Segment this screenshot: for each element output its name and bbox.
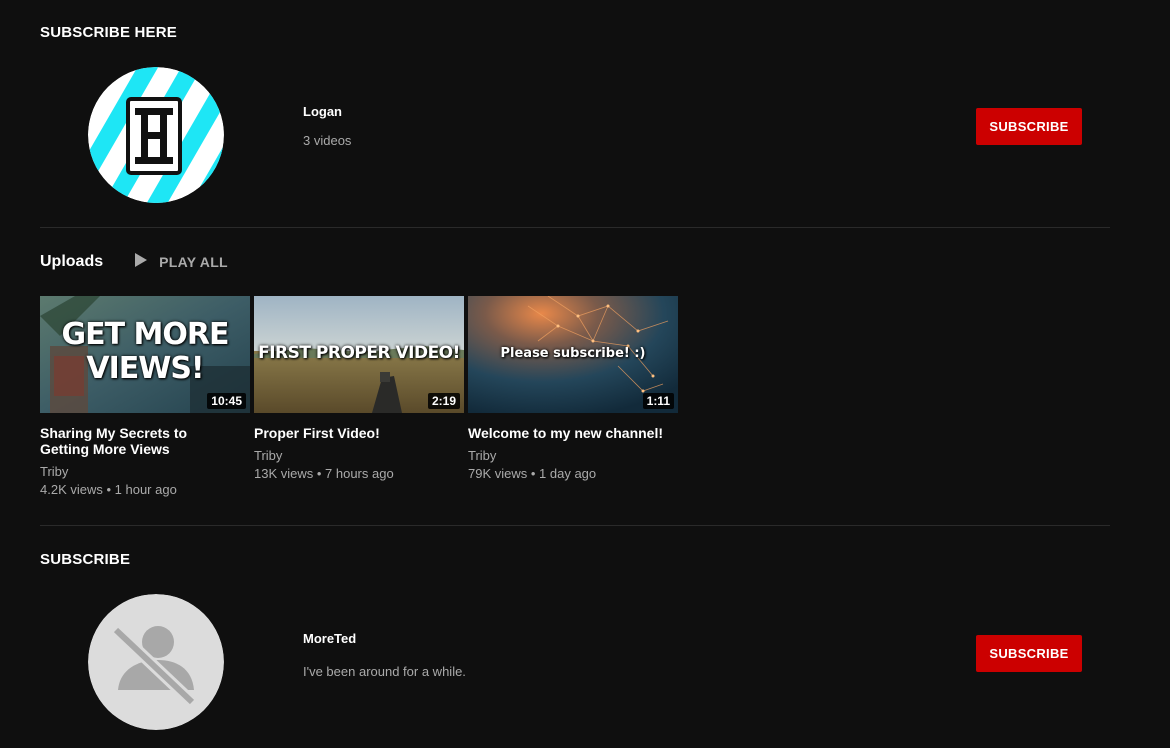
- video-thumbnail-3[interactable]: Please subscribe! :) 1:11: [468, 296, 678, 413]
- video-duration-1: 10:45: [207, 393, 246, 409]
- video-title-2[interactable]: Proper First Video!: [254, 425, 424, 441]
- video-stats-2: 13K views • 7 hours ago: [254, 466, 394, 481]
- play-all-label: PLAY ALL: [159, 254, 228, 270]
- uploads-title[interactable]: Uploads: [40, 253, 103, 271]
- channel-name-moreted[interactable]: MoreTed: [303, 631, 356, 646]
- video-title-1[interactable]: Sharing My Secrets to Getting More Views: [40, 425, 210, 457]
- uploads-header: Uploads PLAY ALL: [40, 252, 228, 272]
- divider: [40, 227, 1110, 228]
- thumbnail-overlay-text-3: Please subscribe! :): [500, 346, 646, 361]
- video-stats-1: 4.2K views • 1 hour ago: [40, 482, 177, 497]
- divider: [40, 525, 1110, 526]
- channel-video-count: 3 videos: [303, 133, 352, 148]
- subscribe-button-moreted[interactable]: SUBSCRIBE: [976, 635, 1082, 672]
- video-card-2[interactable]: FIRST PROPER VIDEO! 2:19 Proper First Vi…: [254, 296, 464, 483]
- channel-page: SUBSCRIBE HERE Logan 3 videos SUBSCRIBE …: [0, 0, 1170, 748]
- video-card-1[interactable]: GET MORE VIEWS! 10:45 Sharing My Secrets…: [40, 296, 250, 499]
- video-card-3[interactable]: Please subscribe! :) 1:11 Welcome to my …: [468, 296, 678, 483]
- play-icon: [135, 252, 148, 272]
- thumbnail-overlay-text-2: FIRST PROPER VIDEO!: [258, 343, 460, 363]
- video-author-3[interactable]: Triby: [468, 447, 678, 465]
- video-stats-3: 79K views • 1 day ago: [468, 466, 597, 481]
- video-author-1[interactable]: Triby: [40, 463, 250, 481]
- video-duration-3: 1:11: [642, 393, 674, 409]
- video-thumbnail-2[interactable]: FIRST PROPER VIDEO! 2:19: [254, 296, 464, 413]
- video-thumbnail-1[interactable]: GET MORE VIEWS! 10:45: [40, 296, 250, 413]
- video-author-2[interactable]: Triby: [254, 447, 464, 465]
- default-user-avatar-icon[interactable]: [88, 594, 224, 730]
- thumbnail-overlay-text-1: GET MORE VIEWS!: [61, 317, 230, 386]
- channel-name-logan[interactable]: Logan: [303, 104, 342, 119]
- play-all-button[interactable]: PLAY ALL: [135, 252, 228, 272]
- channel-description: I've been around for a while.: [303, 664, 466, 679]
- section-title-subscribe: SUBSCRIBE: [40, 551, 131, 568]
- video-title-3[interactable]: Welcome to my new channel!: [468, 425, 668, 441]
- subscribe-button-logan[interactable]: SUBSCRIBE: [976, 108, 1082, 145]
- section-title-subscribe-here: SUBSCRIBE HERE: [40, 24, 177, 41]
- video-duration-2: 2:19: [427, 393, 460, 409]
- striped-logo-avatar-icon[interactable]: [88, 67, 224, 203]
